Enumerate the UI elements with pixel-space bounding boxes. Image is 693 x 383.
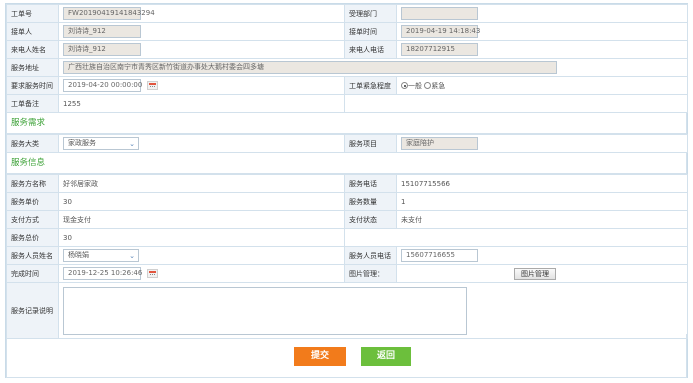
address-field[interactable]: 广西壮族自治区南宁市青秀区新竹街道办事处大鹅村委会四多塘: [63, 61, 557, 74]
calendar-icon[interactable]: [147, 81, 158, 90]
back-button[interactable]: 返回: [361, 347, 411, 366]
image-mgmt-label: 图片管理：: [344, 264, 397, 283]
chevron-down-icon: ⌄: [129, 140, 135, 148]
finish-time-label: 完成时间: [6, 264, 59, 283]
image-manage-button[interactable]: 图片管理: [514, 267, 556, 280]
dept-field[interactable]: [401, 7, 478, 20]
address-label: 服务地址: [6, 58, 59, 77]
action-bar: 提交 返回: [6, 334, 687, 378]
provider-value: 好邻居家政: [58, 174, 345, 193]
pay-status-label: 支付状态: [344, 210, 397, 229]
remark-label: 工单备注: [6, 94, 59, 113]
category-select[interactable]: 家政服务 ⌄: [63, 137, 139, 150]
submit-button[interactable]: 提交: [294, 347, 346, 366]
pay-method-value: 现金支付: [58, 210, 345, 229]
pay-method-label: 支付方式: [6, 210, 59, 229]
urgency-normal-label: 一般: [408, 81, 422, 90]
urgency-normal-radio[interactable]: [401, 82, 408, 89]
receive-time-label: 接单时间: [344, 22, 397, 41]
finish-time-field[interactable]: 2019-12-25 10:26:46: [63, 267, 142, 280]
staff-phone-field[interactable]: 15607716655: [401, 249, 478, 262]
dept-label: 受理部门: [344, 4, 397, 23]
section-demand-title: 服务需求: [6, 113, 687, 134]
remark-value: 1255: [58, 94, 345, 113]
staff-name-select[interactable]: 杨晓娟 ⌄: [63, 249, 139, 262]
item-field[interactable]: 家庭陪护: [401, 137, 478, 150]
order-no-field[interactable]: FW20190419141843294: [63, 7, 155, 20]
receive-time-field[interactable]: 2019-04-19 14:18:43: [401, 25, 480, 38]
unit-price-value: 30: [58, 192, 345, 211]
unit-price-label: 服务单价: [6, 192, 59, 211]
category-value: 家政服务: [68, 139, 96, 147]
total-label: 服务总价: [6, 228, 59, 247]
urgency-label: 工单紧急程度: [344, 76, 397, 95]
record-label: 服务记录说明: [6, 282, 59, 339]
req-time-label: 要求服务时间: [6, 76, 59, 95]
staff-name-label: 服务人员姓名: [6, 246, 59, 265]
provider-label: 服务方名称: [6, 174, 59, 193]
caller-phone-field[interactable]: 18207712915: [401, 43, 478, 56]
quantity-value: 1: [396, 192, 688, 211]
receiver-label: 接单人: [6, 22, 59, 41]
provider-phone-value: 15107715566: [396, 174, 688, 193]
urgency-urgent-label: 紧急: [431, 81, 446, 90]
demand-table: 服务大类 家政服务 ⌄ 服务项目 家庭陪护: [6, 134, 688, 153]
record-textarea[interactable]: [63, 286, 467, 335]
section-info-title: 服务信息: [6, 153, 687, 174]
receiver-field[interactable]: 刘诗诗_912: [63, 25, 141, 38]
order-basic-table: 工单号 FW20190419141843294 受理部门 接单人 刘诗诗_912…: [6, 4, 688, 113]
order-no-label: 工单号: [6, 4, 59, 23]
pay-status-value: 未支付: [396, 210, 688, 229]
item-label: 服务项目: [344, 134, 397, 153]
chevron-down-icon: ⌄: [129, 252, 135, 260]
service-info-table: 服务方名称 好邻居家政 服务电话 15107715566 服务单价 30 服务数…: [6, 174, 688, 339]
calendar-icon[interactable]: [147, 269, 158, 278]
staff-name-value: 杨晓娟: [68, 251, 89, 259]
caller-name-field[interactable]: 刘诗诗_912: [63, 43, 141, 56]
total-value: 30: [58, 228, 345, 247]
caller-name-label: 来电人姓名: [6, 40, 59, 59]
work-order-form: 工单号 FW20190419141843294 受理部门 接单人 刘诗诗_912…: [5, 3, 688, 378]
req-time-field[interactable]: 2019-04-20 00:00:00: [63, 79, 142, 92]
caller-phone-label: 来电人电话: [344, 40, 397, 59]
category-label: 服务大类: [6, 134, 59, 153]
quantity-label: 服务数量: [344, 192, 397, 211]
staff-phone-label: 服务人员电话: [344, 246, 397, 265]
provider-phone-label: 服务电话: [344, 174, 397, 193]
